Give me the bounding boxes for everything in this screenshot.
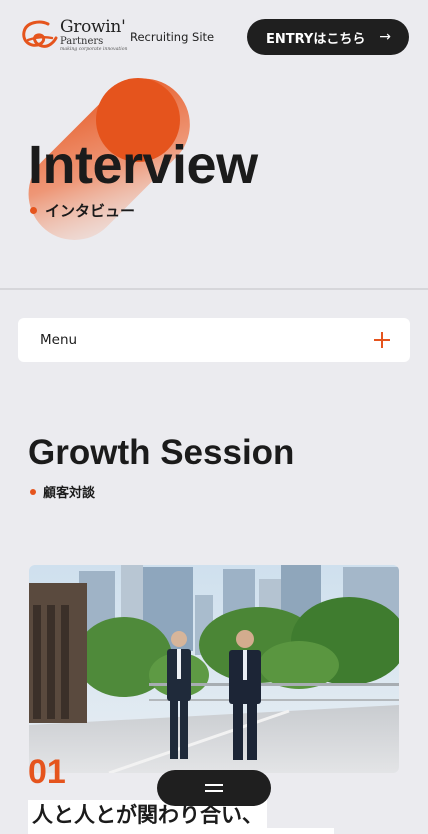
logo-name: Growin' [60,17,126,37]
entry-button-label: ENTRYはこちら [266,31,366,47]
section-title: Growth Session [28,433,295,472]
menu-accordion[interactable]: Menu [18,318,410,362]
menu-label: Menu [40,332,78,348]
page-title: Interview [28,135,258,195]
plus-icon[interactable] [374,332,390,348]
logo-tagline: making corporate innovation [60,47,128,52]
article-headline-continuation [28,828,334,834]
arrow-right-icon: → [379,29,391,45]
hamburger-icon-line [205,790,223,792]
page-subtitle-text: インタビュー [45,202,136,220]
section-subtitle: 顧客対談 [30,482,95,501]
floating-menu-button[interactable] [157,770,271,806]
site-label: Recruiting Site [130,30,215,44]
page-subtitle: インタビュー [30,200,135,221]
bullet-dot-icon [30,207,37,214]
interview-photo[interactable] [29,565,399,773]
bullet-dot-icon [30,488,36,495]
section-subtitle-text: 顧客対談 [43,486,96,501]
interview-photo-image [29,565,399,773]
article-number: 01 [28,753,66,791]
entry-button[interactable]: ENTRYはこちら → [247,19,409,55]
company-logo[interactable]: Growin' Partners making corporate innova… [18,17,128,56]
hamburger-icon [205,784,223,786]
logo-sub: Partners [60,36,104,47]
logo-mark-icon [22,20,58,48]
divider [0,288,428,290]
